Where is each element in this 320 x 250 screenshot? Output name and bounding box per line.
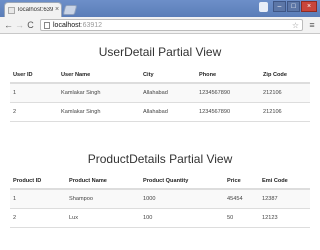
table-row: 2 Lux 100 50 12123 [10, 207, 310, 228]
column-header: City [140, 67, 196, 84]
forward-button[interactable]: → [14, 19, 25, 31]
table-cell: 45454 [224, 188, 259, 208]
address-bar[interactable]: localhost :63912 ☆ [40, 19, 303, 31]
browser-toolbar: ← → C localhost :63912 ☆ ≡ [0, 17, 320, 34]
table-cell: 1234567890 [196, 101, 260, 122]
table-row: 1 Shampoo 1000 45454 12387 [10, 188, 310, 208]
table-cell: Lux [66, 207, 140, 228]
browser-tab[interactable]: localhost:63912 × [4, 2, 62, 17]
tab-title: localhost:63912 [18, 7, 53, 13]
column-header: Price [224, 173, 259, 190]
url-port: :63912 [80, 21, 103, 29]
table-cell: 2 [10, 101, 58, 122]
table-cell: 1234567890 [196, 82, 260, 102]
column-header: Product Quantity [140, 173, 224, 190]
back-button[interactable]: ← [3, 19, 14, 31]
user-table: User ID User Name City Phone Zip Code 1 … [10, 67, 310, 122]
table-cell: Allahabad [140, 82, 196, 102]
column-header: User ID [10, 67, 58, 84]
new-tab-button[interactable] [62, 5, 78, 15]
minimize-button[interactable]: – [273, 1, 286, 12]
user-section-title: UserDetail Partial View [98, 45, 222, 59]
browser-menu-icon[interactable]: ≡ [307, 20, 317, 30]
url-host: localhost [53, 21, 81, 29]
table-cell: 1 [10, 82, 58, 102]
close-window-button[interactable]: × [301, 1, 317, 12]
table-cell: 12123 [259, 207, 310, 228]
reload-button[interactable]: C [25, 19, 36, 31]
table-cell: 50 [224, 207, 259, 228]
maximize-button[interactable]: □ [287, 1, 300, 12]
table-header-row: Product ID Product Name Product Quantity… [10, 173, 310, 190]
product-table: Product ID Product Name Product Quantity… [10, 173, 310, 228]
page-content: UserDetail Partial View User ID User Nam… [0, 34, 320, 250]
column-header: Product Name [66, 173, 140, 190]
table-cell: Shampoo [66, 188, 140, 208]
window-controls: – □ × [273, 1, 317, 12]
table-cell: Kamlakar Singh [58, 101, 140, 122]
table-row: 1 Kamlakar Singh Allahabad 1234567890 21… [10, 82, 310, 102]
table-cell: 2 [10, 207, 66, 228]
column-header: Phone [196, 67, 260, 84]
table-cell: 212106 [260, 82, 310, 102]
table-cell: 1 [10, 188, 66, 208]
tab-close-icon[interactable]: × [53, 6, 61, 14]
table-cell: 212106 [260, 101, 310, 122]
table-row: 2 Kamlakar Singh Allahabad 1234567890 21… [10, 101, 310, 122]
page-icon [44, 21, 50, 29]
product-section-title: ProductDetails Partial View [87, 152, 233, 166]
table-cell: Kamlakar Singh [58, 82, 140, 102]
page-favicon-icon [8, 6, 15, 14]
user-profile-icon[interactable] [259, 2, 268, 12]
bookmark-star-icon[interactable]: ☆ [292, 21, 299, 30]
table-cell: Allahabad [140, 101, 196, 122]
table-cell: 100 [140, 207, 224, 228]
column-header: Emi Code [259, 173, 310, 190]
column-header: Product ID [10, 173, 66, 190]
column-header: User Name [58, 67, 140, 84]
table-cell: 12387 [259, 188, 310, 208]
column-header: Zip Code [260, 67, 310, 84]
table-cell: 1000 [140, 188, 224, 208]
browser-titlebar: localhost:63912 × – □ × [0, 0, 320, 17]
table-header-row: User ID User Name City Phone Zip Code [10, 67, 310, 84]
